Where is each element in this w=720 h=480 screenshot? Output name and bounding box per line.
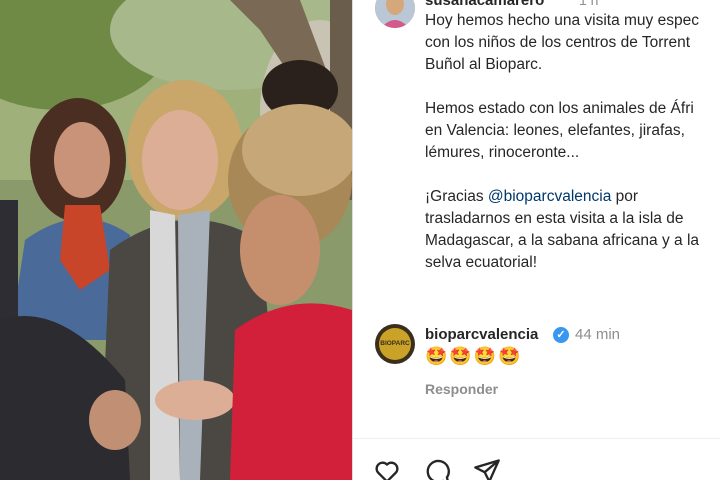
caption-thanks-suffix: por	[611, 188, 639, 205]
caption-gap	[425, 76, 720, 98]
comment-time: 44 min	[575, 326, 621, 343]
post-caption: Hoy hemos hecho una visita muy espec con…	[425, 10, 720, 274]
post-time: 1 h	[579, 0, 599, 8]
mention-link[interactable]: @bioparcvalencia	[488, 188, 611, 205]
author-avatar[interactable]	[375, 0, 415, 28]
caption-line: Buñol al Bioparc.	[425, 56, 543, 73]
caption-line: Hoy hemos hecho una visita muy espec	[425, 12, 699, 29]
heart-icon	[375, 461, 399, 480]
caption-line: Hemos estado con los animales de Áfri	[425, 100, 694, 117]
bioparc-logo: BIOPARC	[379, 328, 411, 360]
actions-divider	[353, 438, 720, 439]
author-username[interactable]: susanacamarero	[425, 0, 544, 9]
share-button[interactable]	[473, 457, 501, 480]
commenter-username[interactable]: bioparcvalencia	[425, 326, 538, 343]
caption-gap	[425, 164, 720, 186]
caption-line: Madagascar, a la sabana africana y a la	[425, 232, 700, 249]
caption-thanks-line: ¡Gracias @bioparcvalencia por	[425, 186, 720, 208]
post-panel: susanacamarero 1 h Hoy hemos hecho una v…	[352, 0, 720, 480]
comment-button[interactable]	[423, 457, 451, 480]
comment-text: 🤩🤩🤩🤩	[425, 346, 523, 366]
commenter-avatar[interactable]: BIOPARC	[375, 324, 415, 364]
caption-line: con los niños de los centros de Torrent	[425, 34, 691, 51]
comment-icon	[426, 459, 450, 480]
author-avatar-image	[375, 0, 415, 28]
verified-badge-icon: ✓	[553, 327, 569, 343]
post-photo[interactable]	[0, 0, 352, 480]
caption-thanks-prefix: ¡Gracias	[425, 188, 488, 205]
photo-scene	[0, 0, 352, 480]
reply-button[interactable]: Responder	[425, 381, 498, 397]
caption-line: selva ecuatorial!	[425, 254, 538, 271]
caption-line: trasladarnos en esta visita a la isla de	[425, 210, 684, 227]
caption-line: en Valencia: leones, elefantes, jirafas,	[425, 122, 685, 139]
caption-line: lémures, rinoceronte...	[425, 144, 580, 161]
share-icon	[474, 459, 500, 480]
like-button[interactable]	[373, 457, 401, 480]
